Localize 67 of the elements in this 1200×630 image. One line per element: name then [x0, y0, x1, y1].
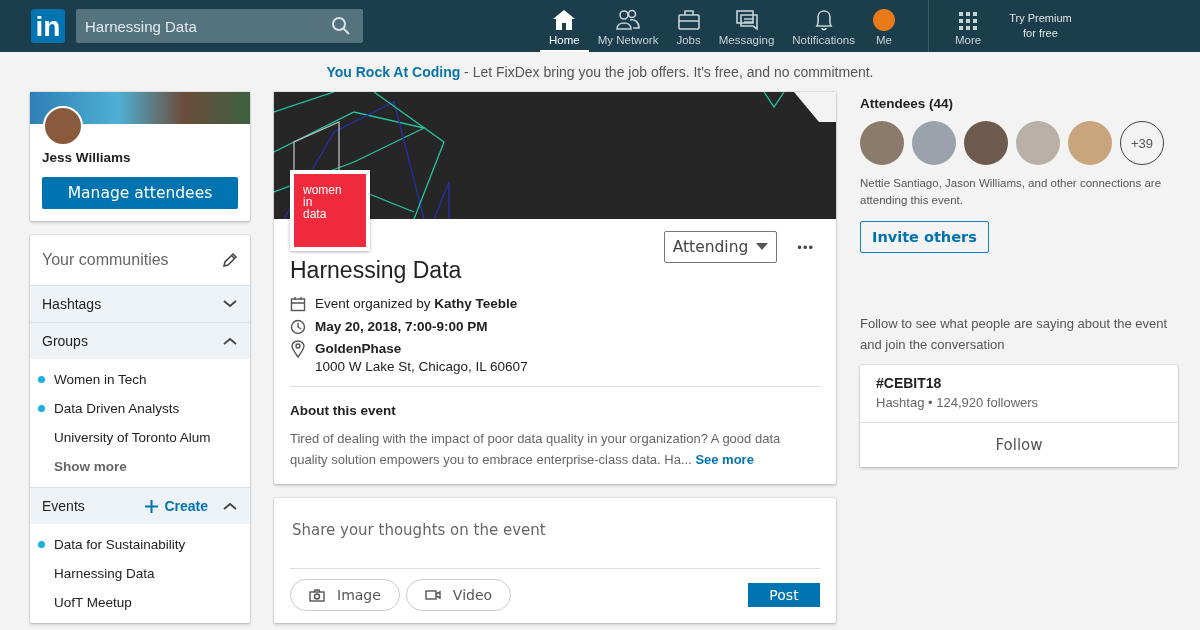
- more-apps-button[interactable]: More: [928, 0, 996, 52]
- home-icon: [552, 9, 577, 31]
- search-field[interactable]: Harnessing Data: [76, 9, 363, 43]
- pencil-icon[interactable]: [222, 252, 238, 268]
- communities-title: Your communities: [42, 251, 169, 269]
- profile-name[interactable]: Jess Williams: [42, 150, 238, 165]
- follow-intro-text: Follow to see what people are saying about the event and join the conversation: [860, 315, 1169, 354]
- manage-attendees-button[interactable]: Manage attendees: [42, 177, 238, 209]
- avatar-icon: [872, 9, 895, 31]
- premium-link[interactable]: Try Premium for free: [1009, 11, 1072, 41]
- camera-icon: [309, 588, 325, 602]
- section-header[interactable]: Hashtags: [30, 285, 250, 322]
- briefcase-icon: [676, 9, 701, 31]
- create-link[interactable]: Create: [145, 498, 208, 514]
- community-item[interactable]: UofT Meetup: [54, 595, 132, 610]
- more-options-button[interactable]: •••: [791, 238, 820, 256]
- community-item[interactable]: Data Driven Analysts: [54, 401, 180, 416]
- about-text: Tired of dealing with the impact of poor data quality in your organization? A good data quality solution empowers you to embrace enterprise-class data. Ha... See more: [290, 430, 782, 469]
- location-pin-icon: [290, 340, 306, 358]
- venue-address: 1000 W Lake St, Chicago, IL 60607: [315, 358, 528, 376]
- promo-link[interactable]: You Rock At Coding: [326, 64, 461, 80]
- nav-tab[interactable]: Home: [540, 0, 589, 52]
- attendee-avatar[interactable]: [964, 121, 1008, 165]
- attendee-avatar[interactable]: [860, 121, 904, 165]
- clock-icon: [290, 318, 306, 335]
- avatar-icon: [43, 106, 83, 146]
- post-button[interactable]: Post: [748, 583, 820, 607]
- show-more-link[interactable]: Show more: [30, 452, 250, 481]
- caret-icon: [756, 243, 769, 251]
- community-item[interactable]: Harnessing Data: [54, 566, 155, 581]
- video-button[interactable]: Video: [405, 579, 512, 611]
- section-header[interactable]: Events Create: [30, 487, 250, 524]
- community-item[interactable]: Women in Tech: [54, 372, 147, 387]
- follow-button[interactable]: Follow: [860, 423, 1178, 467]
- logo[interactable]: in: [31, 9, 65, 43]
- nav-tab[interactable]: My Network: [588, 0, 668, 52]
- event-title: Harnessing Data: [290, 257, 463, 284]
- image-button[interactable]: Image: [290, 579, 400, 611]
- hashtag-meta: Hashtag • 124,920 followers: [876, 395, 1040, 410]
- chat-icon: [734, 9, 759, 31]
- event-date: May 20, 2018, 7:00-9:00 PM: [315, 319, 488, 334]
- chevron-up-icon[interactable]: [222, 501, 238, 511]
- nav-tab[interactable]: Notifications: [783, 0, 864, 52]
- nav-tab[interactable]: Jobs: [667, 0, 710, 52]
- hashtag-name[interactable]: #CEBIT18: [876, 375, 1162, 391]
- section-header[interactable]: Groups: [30, 322, 250, 359]
- community-item[interactable]: Data for Sustainability: [54, 537, 186, 552]
- grid-icon: [958, 11, 979, 31]
- invite-others-button[interactable]: Invite others: [860, 221, 989, 253]
- attendees-heading: Attendees (44): [860, 96, 955, 111]
- search-icon[interactable]: [331, 16, 351, 36]
- organizer-text: Event organized by Kathy Teeble: [315, 296, 518, 311]
- nav-tab[interactable]: Me: [863, 0, 904, 52]
- about-heading: About this event: [290, 403, 397, 418]
- plus-icon: [145, 499, 159, 513]
- calendar-icon: [290, 295, 306, 312]
- people-icon: [615, 9, 642, 31]
- attendees-text: Nettie Santiago, Jason Williams, and other connections are attending this event.: [860, 176, 1163, 208]
- attending-dropdown[interactable]: Attending: [663, 231, 778, 263]
- chevron-up-icon[interactable]: [222, 336, 238, 346]
- see-more-link[interactable]: See more: [695, 452, 754, 467]
- promo-text: You Rock At Coding - Let FixDex bring you the job offers. It's free, and no commitment.: [326, 64, 874, 80]
- venue-name: GoldenPhase: [315, 340, 403, 358]
- community-item[interactable]: University of Toronto Alum: [54, 430, 211, 445]
- nav-tab[interactable]: Messaging: [709, 0, 784, 52]
- video-camera-icon: [424, 589, 441, 601]
- chevron-down-icon[interactable]: [222, 299, 238, 309]
